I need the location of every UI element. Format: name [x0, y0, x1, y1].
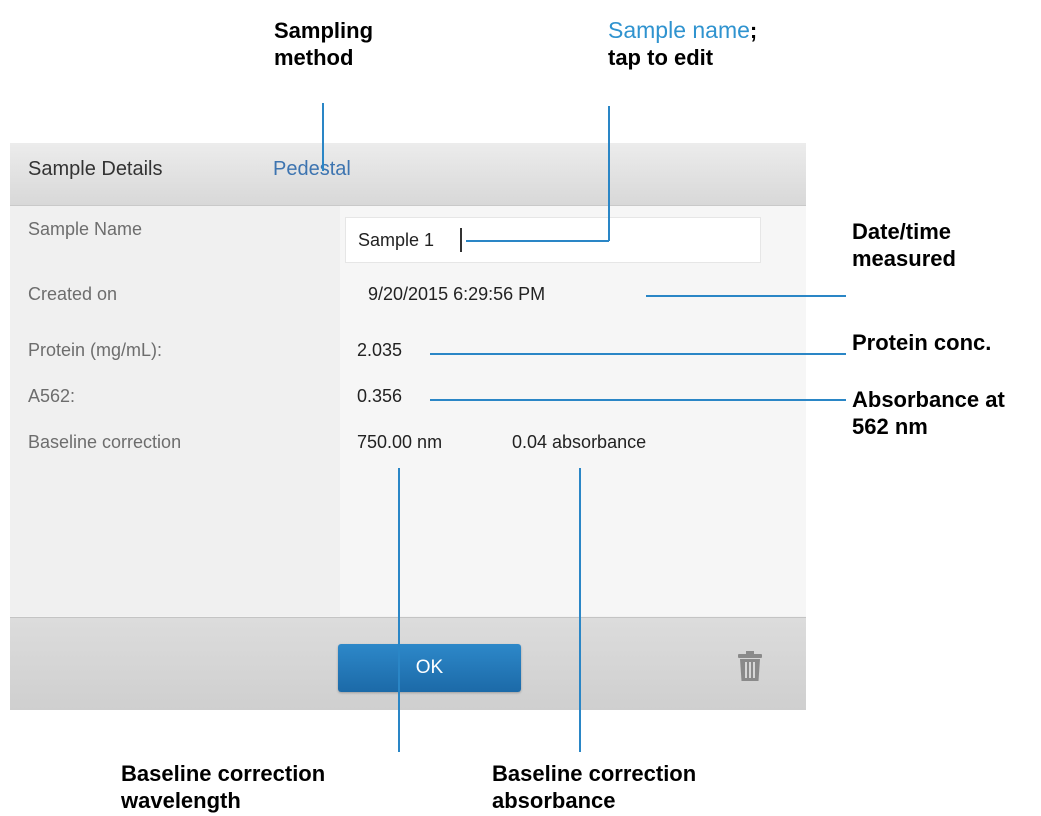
callout-absorbance-line2: 562 nm [852, 414, 928, 439]
callout-absorbance-line1: Absorbance at [852, 387, 1005, 412]
a562-label: A562: [28, 386, 76, 406]
trash-icon[interactable] [737, 650, 763, 682]
protein-label: Protein (mg/mL): [28, 340, 163, 360]
callout-baseline-wavelength-line1: Baseline correction [121, 761, 326, 786]
callout-baseline-absorbance-line2: absorbance [492, 788, 616, 813]
callout-date-time-line2: measured [852, 246, 956, 271]
callout-sampling-method: Sampling method [274, 17, 373, 71]
baseline-wavelength-value: 750.00 nm [357, 432, 443, 452]
baseline-absorbance-value: 0.04 absorbance [512, 432, 647, 452]
sample-name-value: Sample 1 [358, 230, 435, 250]
callout-date-time: Date/time measured [852, 218, 956, 272]
dialog-footer: OK [10, 617, 806, 710]
callout-protein-conc-text: Protein conc. [852, 330, 992, 355]
callout-protein-conc: Protein conc. [852, 329, 991, 356]
callout-date-time-line1: Date/time [852, 219, 952, 244]
callout-baseline-absorbance: Baseline correction absorbance [492, 760, 696, 814]
ok-button[interactable]: OK [338, 644, 521, 692]
callout-baseline-wavelength: Baseline correction wavelength [121, 760, 325, 814]
a562-value: 0.356 [357, 386, 403, 406]
labels-pane [10, 206, 340, 616]
protein-value: 2.035 [357, 340, 403, 360]
leader-absorbance [430, 399, 846, 401]
sampling-method-label: Pedestal [273, 158, 351, 180]
text-caret [460, 228, 462, 252]
callout-absorbance: Absorbance at 562 nm [852, 386, 1005, 440]
callout-sample-name-line2: tap to edit [608, 45, 714, 70]
callout-sample-name-blue: Sample name [608, 17, 750, 43]
created-on-label: Created on [28, 284, 118, 304]
leader-baseline-wavelength [398, 468, 400, 752]
leader-protein-conc [430, 353, 846, 355]
ok-button-label: OK [415, 657, 444, 678]
created-on-value: 9/20/2015 6:29:56 PM [368, 284, 546, 304]
callout-sample-name-line1: Sample name; [608, 17, 757, 44]
values-pane [340, 206, 806, 616]
baseline-correction-label: Baseline correction [28, 432, 182, 452]
sample-name-label: Sample Name [28, 219, 143, 239]
callout-sample-name-semicolon: ; [749, 18, 758, 43]
dialog-title: Sample Details [28, 158, 163, 180]
leader-sampling-method [322, 103, 324, 171]
callout-baseline-wavelength-line2: wavelength [121, 788, 241, 813]
leader-sample-name-horizontal [466, 240, 609, 242]
leader-sample-name-vertical [608, 106, 610, 241]
sample-details-dialog: Sample Details Pedestal Sample Name Samp… [10, 143, 806, 710]
callout-sampling-method-line2: method [274, 45, 354, 70]
leader-baseline-absorbance [579, 468, 581, 752]
callout-sampling-method-line1: Sampling [274, 18, 374, 43]
callout-baseline-absorbance-line1: Baseline correction [492, 761, 697, 786]
callout-sample-name: Sample name; tap to edit [608, 17, 757, 71]
leader-date-time [646, 295, 846, 297]
dialog-header: Sample Details Pedestal [10, 143, 806, 206]
